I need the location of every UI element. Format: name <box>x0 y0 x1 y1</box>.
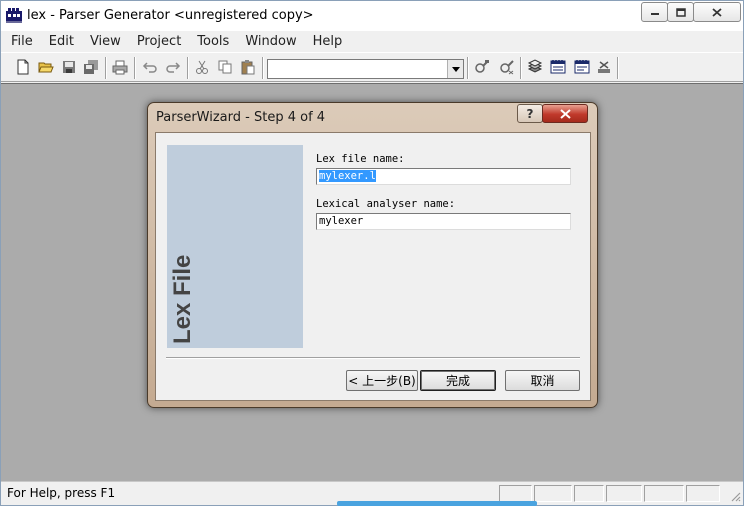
output-window-button[interactable] <box>549 58 567 76</box>
close-button[interactable] <box>693 2 741 22</box>
new-file-icon <box>17 59 29 75</box>
finish-button-label: 完成 <box>445 374 470 388</box>
back-button-label: < 上一步(B) <box>348 374 416 388</box>
status-pane <box>574 485 604 502</box>
build-icon <box>500 60 514 75</box>
project-icon <box>527 59 543 73</box>
combo-dropdown-button[interactable] <box>447 60 463 78</box>
save-all-button[interactable] <box>82 58 100 76</box>
stop-icon <box>598 61 610 73</box>
app-icon <box>6 8 22 23</box>
menu-edit[interactable]: Edit <box>41 31 82 52</box>
undo-icon <box>142 62 157 73</box>
print-button[interactable] <box>111 58 129 76</box>
menu-help[interactable]: Help <box>305 31 351 52</box>
save-all-icon <box>84 60 98 74</box>
paste-button[interactable] <box>239 58 257 76</box>
menu-project[interactable]: Project <box>129 31 189 52</box>
log-window-button[interactable] <box>573 58 591 76</box>
toolbar-combo[interactable] <box>267 59 464 79</box>
taskbar-highlight <box>337 501 537 506</box>
toolbar-separator <box>520 57 522 79</box>
status-text: For Help, press F1 <box>7 486 116 500</box>
lex-file-name-label: Lex file name: <box>316 153 405 165</box>
lex-file-name-input[interactable]: mylexer.l <box>316 168 571 185</box>
lexical-analyser-name-value: mylexer <box>319 215 364 227</box>
size-grip-icon[interactable] <box>729 490 741 502</box>
compile-button[interactable] <box>473 58 491 76</box>
status-pane <box>606 485 642 502</box>
paste-icon <box>241 60 255 75</box>
cancel-button-label: 取消 <box>530 374 555 388</box>
output-window-icon <box>550 60 566 74</box>
open-button[interactable] <box>37 58 55 76</box>
lex-file-name-value: mylexer.l <box>319 170 376 182</box>
dialog-body: Lex File Lex file name: mylexer.l Lexica… <box>155 132 591 401</box>
maximize-icon <box>675 7 686 17</box>
cancel-button[interactable]: 取消 <box>505 370 580 391</box>
undo-button[interactable] <box>141 58 159 76</box>
toolbar-separator <box>105 57 107 79</box>
cut-button[interactable] <box>193 58 211 76</box>
dialog-divider <box>166 357 580 359</box>
menu-bar: File Edit View Project Tools Window Help <box>1 31 743 52</box>
menu-view[interactable]: View <box>82 31 129 52</box>
project-button[interactable] <box>526 58 544 76</box>
toolbar-separator <box>262 57 264 79</box>
status-pane <box>644 485 684 502</box>
copy-icon <box>218 60 232 74</box>
back-button[interactable]: < 上一步(B) <box>346 370 418 391</box>
side-panel-text: Lex File <box>169 254 196 344</box>
wizard-side-panel: Lex File <box>167 145 303 348</box>
save-button[interactable] <box>60 58 78 76</box>
lexical-analyser-name-label: Lexical analyser name: <box>316 198 456 210</box>
toolbar-separator <box>134 57 136 79</box>
chevron-down-icon <box>451 66 460 72</box>
title-bar[interactable]: lex - Parser Generator <unregistered cop… <box>1 1 743 31</box>
toolbar-separator <box>617 57 619 79</box>
cut-icon <box>196 60 208 74</box>
log-window-icon <box>574 60 590 74</box>
close-icon <box>559 108 571 119</box>
minimize-icon <box>650 13 659 15</box>
side-panel-caption: Lex File <box>167 244 199 344</box>
parser-wizard-dialog: ParserWizard - Step 4 of 4 ? Lex File Le… <box>147 102 598 408</box>
app-window: lex - Parser Generator <unregistered cop… <box>0 0 744 506</box>
compile-icon <box>475 60 489 73</box>
dialog-close-button[interactable] <box>542 104 588 123</box>
finish-button[interactable]: 完成 <box>420 370 496 391</box>
dialog-help-button[interactable]: ? <box>517 104 543 123</box>
redo-button[interactable] <box>164 58 182 76</box>
print-icon <box>112 60 128 75</box>
stop-button[interactable] <box>595 58 613 76</box>
window-title: lex - Parser Generator <unregistered cop… <box>27 8 314 23</box>
save-icon <box>63 61 75 73</box>
close-icon <box>712 7 722 17</box>
toolbar-separator <box>467 57 469 79</box>
toolbar <box>1 52 743 82</box>
toolbar-separator <box>187 57 189 79</box>
dialog-title: ParserWizard - Step 4 of 4 <box>156 110 326 125</box>
lexical-analyser-name-input[interactable]: mylexer <box>316 213 571 230</box>
build-button[interactable] <box>498 58 516 76</box>
status-pane <box>499 485 532 502</box>
menu-tools[interactable]: Tools <box>189 31 237 52</box>
menu-window[interactable]: Window <box>237 31 304 52</box>
maximize-button[interactable] <box>667 2 694 22</box>
new-file-button[interactable] <box>14 58 32 76</box>
status-pane <box>534 485 572 502</box>
redo-icon <box>166 62 181 73</box>
window-controls <box>641 2 741 22</box>
open-folder-icon <box>38 62 54 73</box>
help-icon: ? <box>526 106 534 121</box>
copy-button[interactable] <box>216 58 234 76</box>
menu-file[interactable]: File <box>3 31 41 52</box>
status-pane <box>686 485 720 502</box>
minimize-button[interactable] <box>641 2 668 22</box>
